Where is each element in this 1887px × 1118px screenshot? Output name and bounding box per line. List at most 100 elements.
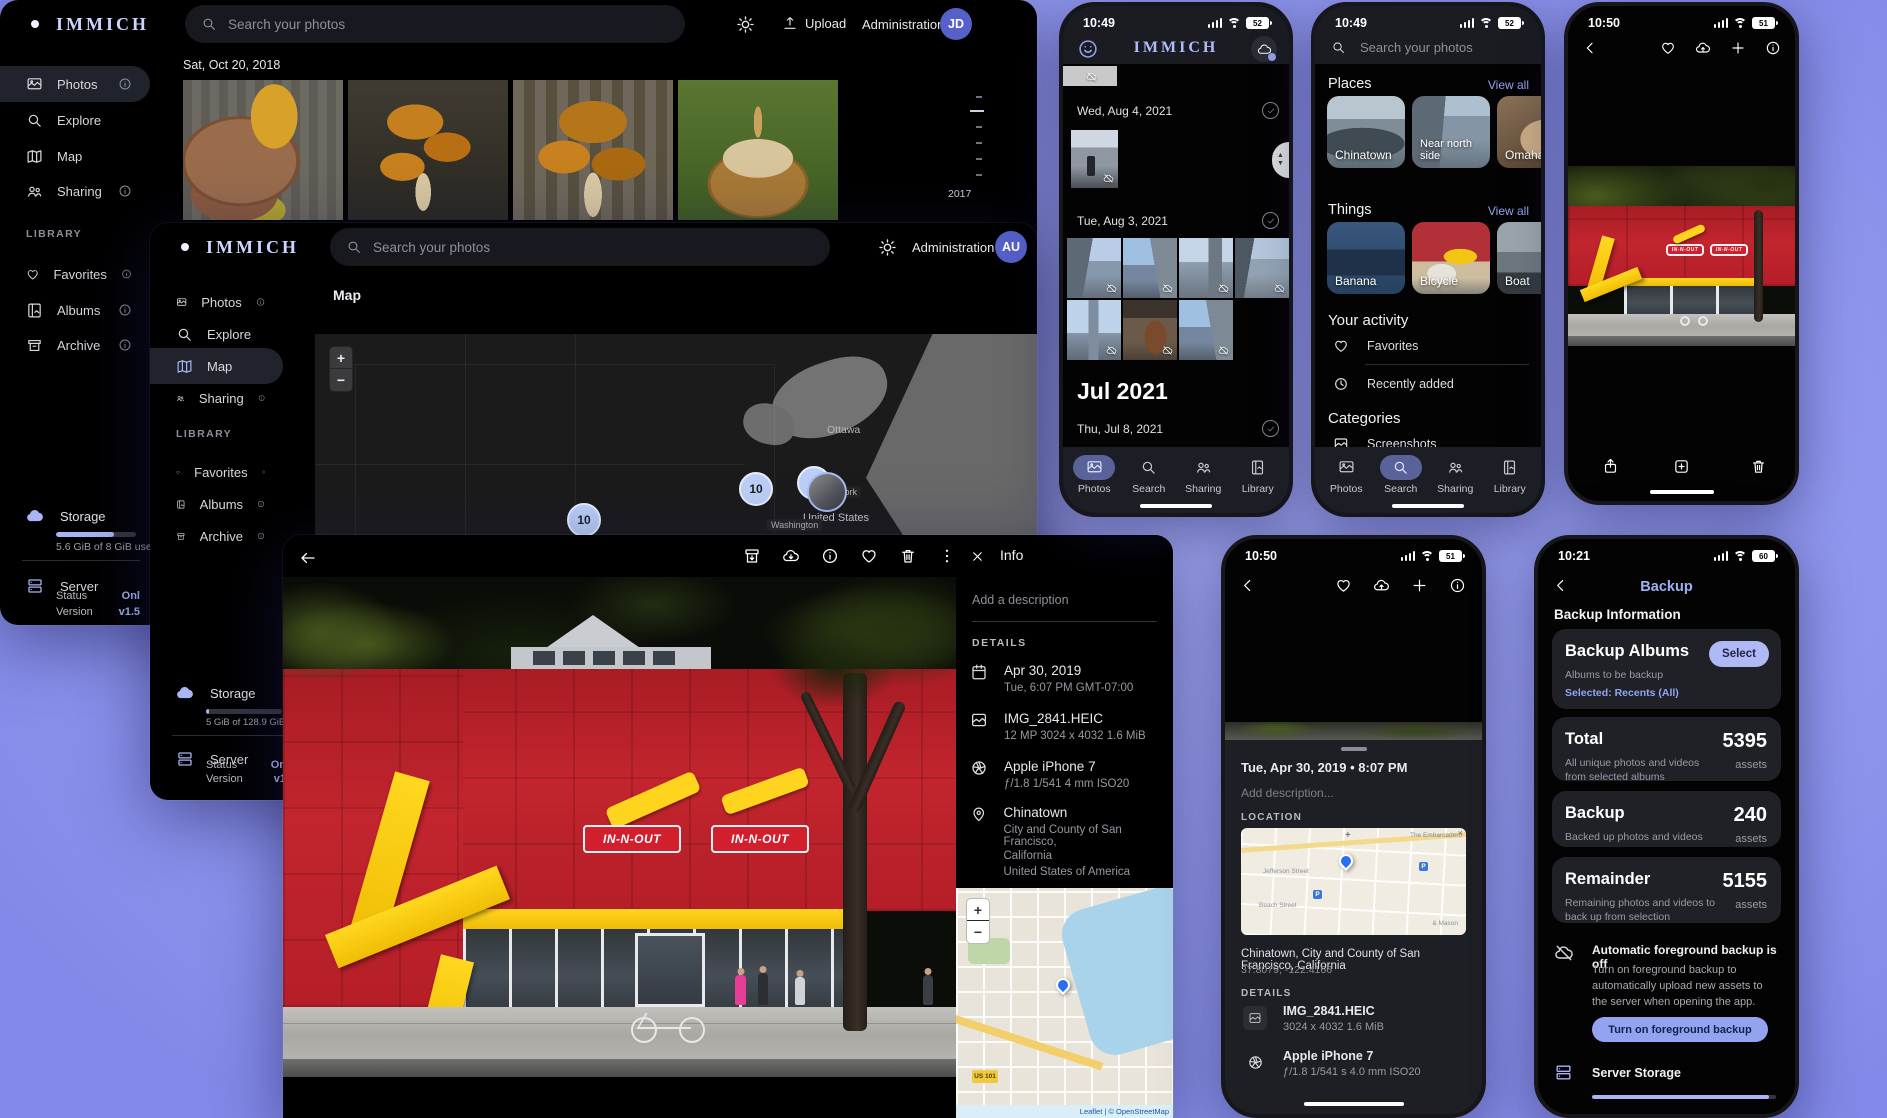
info-icon[interactable] <box>118 77 132 91</box>
plus-icon[interactable] <box>1730 40 1746 56</box>
heart-icon[interactable] <box>1660 40 1676 56</box>
nav-library[interactable]: Library <box>1489 455 1531 495</box>
things-view-all[interactable]: View all <box>1488 204 1529 218</box>
plus-icon[interactable] <box>1411 577 1428 594</box>
theme-toggle-button[interactable] <box>878 238 897 257</box>
photo-thumbnail[interactable] <box>678 80 838 220</box>
photo-thumbnail[interactable] <box>348 80 508 220</box>
photo-thumbnail[interactable] <box>1123 238 1177 298</box>
user-avatar[interactable]: JD <box>940 8 972 40</box>
minimap-zoom-control[interactable]: + − <box>966 898 990 944</box>
info-icon[interactable] <box>258 391 265 405</box>
select-all-checkbox[interactable] <box>1262 102 1279 119</box>
nav-photos[interactable]: Photos <box>1325 455 1367 495</box>
nav-search[interactable]: Search <box>1128 455 1170 495</box>
sidebar-item-albums[interactable]: Albums <box>150 486 283 522</box>
photo-thumbnail[interactable] <box>1123 300 1177 360</box>
theme-toggle-button[interactable] <box>736 15 755 34</box>
map-cluster-marker[interactable]: 10 <box>567 503 601 537</box>
select-all-checkbox[interactable] <box>1262 420 1279 437</box>
search-input[interactable]: Search your photos <box>1331 40 1473 55</box>
sidebar-item-map[interactable]: Map <box>150 348 283 384</box>
user-avatar[interactable]: AU <box>995 231 1027 263</box>
administration-link[interactable]: Administration <box>862 17 944 32</box>
photo-thumbnail[interactable] <box>513 80 673 220</box>
sidebar-item-favorites[interactable]: Favorites <box>150 454 283 490</box>
share-button[interactable] <box>1602 458 1619 475</box>
sidebar-item-photos[interactable]: Photos <box>150 284 283 320</box>
archive-icon[interactable] <box>743 547 761 565</box>
select-button[interactable]: Select <box>1709 641 1769 667</box>
timeline-scroll-handle[interactable]: ▲▼ <box>1272 142 1289 178</box>
place-card[interactable]: Near north side <box>1412 96 1490 168</box>
info-icon[interactable] <box>118 338 132 352</box>
info-icon[interactable] <box>821 547 839 565</box>
photo-thumbnail[interactable] <box>1179 300 1233 360</box>
add-to-album-button[interactable] <box>1673 458 1690 475</box>
favorites-row[interactable]: Favorites <box>1333 338 1418 354</box>
home-indicator[interactable] <box>1140 504 1212 508</box>
scrubber-handle[interactable] <box>970 110 984 112</box>
search-input[interactable]: Search your photos <box>330 228 830 266</box>
close-map-icon[interactable]: × <box>1458 828 1463 838</box>
detail-location-row[interactable]: Chinatown City and County of San Francis… <box>970 805 1173 878</box>
map-photo-marker[interactable] <box>807 472 847 512</box>
info-icon[interactable] <box>118 184 132 198</box>
nav-photos[interactable]: Photos <box>1073 455 1115 495</box>
info-icon[interactable] <box>118 303 132 317</box>
photo-thumbnail[interactable] <box>183 80 343 220</box>
zoom-in-button[interactable]: + <box>967 899 989 921</box>
administration-link[interactable]: Administration <box>912 240 994 255</box>
zoom-out-button[interactable]: − <box>967 921 989 943</box>
sidebar-item-albums[interactable]: Albums <box>0 292 150 328</box>
close-info-button[interactable] <box>970 549 985 564</box>
sidebar-item-archive[interactable]: Archive <box>0 327 150 363</box>
home-indicator[interactable] <box>1392 504 1464 508</box>
nav-sharing[interactable]: Sharing <box>1434 455 1476 495</box>
info-icon[interactable] <box>262 465 265 479</box>
photo-thumbnail[interactable] <box>1071 130 1118 188</box>
places-view-all[interactable]: View all <box>1488 78 1529 92</box>
sidebar-item-map[interactable]: Map <box>0 138 150 174</box>
back-button[interactable] <box>1239 577 1256 594</box>
download-cloud-icon[interactable] <box>782 547 800 565</box>
nav-library[interactable]: Library <box>1237 455 1279 495</box>
thing-card[interactable]: Bicycle <box>1412 222 1490 294</box>
photo-viewer-image[interactable]: IN-N-OUT IN-N-OUT <box>1568 166 1795 346</box>
heart-icon[interactable] <box>860 547 878 565</box>
info-icon[interactable] <box>1765 40 1781 56</box>
thing-card[interactable]: Boat <box>1497 222 1545 294</box>
turn-on-backup-button[interactable]: Turn on foreground backup <box>1592 1017 1768 1042</box>
photo-viewer-image[interactable]: IN-N-OUT IN-N-OUT <box>283 577 956 1077</box>
cloud-upload-icon[interactable] <box>1373 577 1390 594</box>
upload-button[interactable]: Upload <box>782 15 846 31</box>
back-button[interactable] <box>1582 40 1598 56</box>
home-indicator[interactable] <box>1304 1102 1404 1106</box>
photo-thumbnail[interactable] <box>1067 300 1121 360</box>
zoom-in-button[interactable]: + <box>330 347 352 369</box>
nav-sharing[interactable]: Sharing <box>1182 455 1224 495</box>
info-icon[interactable] <box>256 295 265 309</box>
info-minimap[interactable]: + − US 101 Leaflet | © OpenStreetMap <box>956 888 1173 1118</box>
back-button[interactable] <box>293 543 323 573</box>
sidebar-item-photos[interactable]: Photos <box>0 66 150 102</box>
info-icon[interactable] <box>257 529 265 543</box>
place-card[interactable]: Omaha <box>1497 96 1545 168</box>
thing-card[interactable]: Banana <box>1327 222 1405 294</box>
photo-thumbnail[interactable] <box>1067 238 1121 298</box>
nav-search[interactable]: Search <box>1380 455 1422 495</box>
trash-icon[interactable] <box>899 547 917 565</box>
map-cluster-marker[interactable]: 10 <box>739 472 773 506</box>
photo-thumbnail[interactable] <box>1179 238 1233 298</box>
sidebar-item-sharing[interactable]: Sharing <box>0 173 150 209</box>
photo-sliver[interactable] <box>1225 722 1482 740</box>
sheet-drag-handle[interactable] <box>1341 747 1367 751</box>
sidebar-item-sharing[interactable]: Sharing <box>150 380 283 416</box>
zoom-out-button[interactable]: − <box>330 369 352 391</box>
kebab-menu-icon[interactable] <box>938 547 956 565</box>
info-icon[interactable] <box>1449 577 1466 594</box>
select-all-checkbox[interactable] <box>1262 212 1279 229</box>
recently-added-row[interactable]: Recently added <box>1333 376 1454 392</box>
info-icon[interactable] <box>121 267 132 281</box>
place-card[interactable]: Chinatown <box>1327 96 1405 168</box>
